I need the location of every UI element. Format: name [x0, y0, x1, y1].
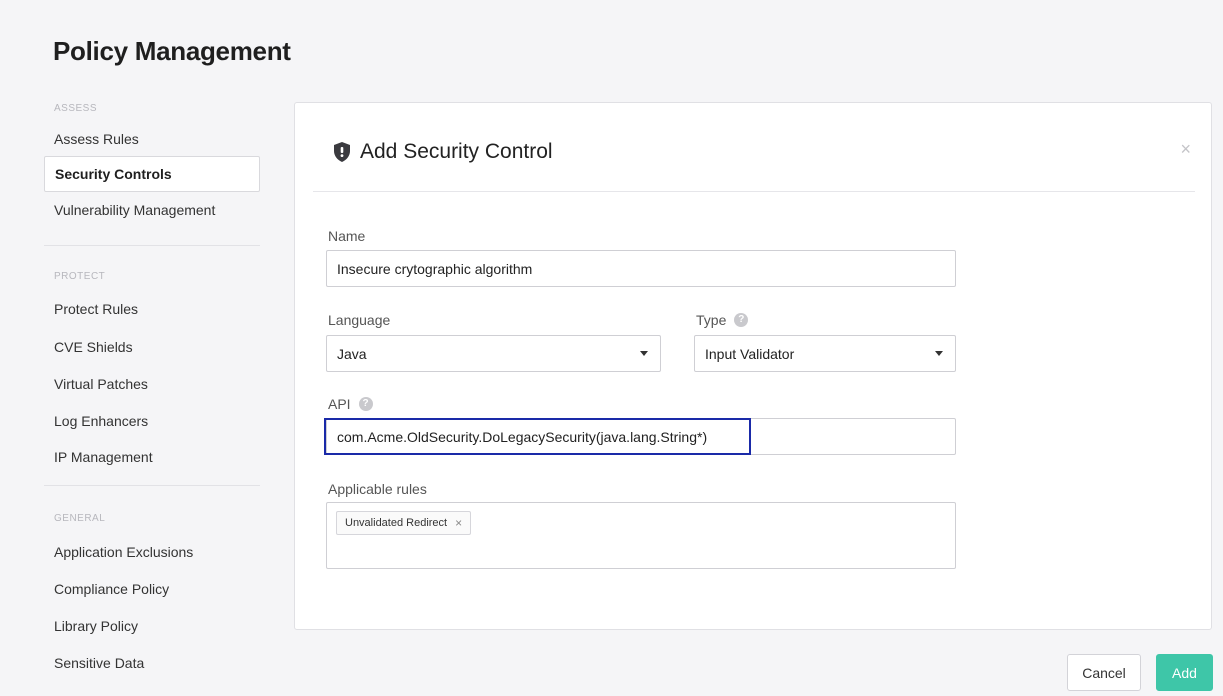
sidebar-item-application-exclusions[interactable]: Application Exclusions — [44, 536, 260, 573]
add-security-control-dialog: Add Security Control × Name Insecure cry… — [294, 102, 1212, 630]
sidebar-item-assess-rules[interactable]: Assess Rules — [44, 126, 260, 156]
sidebar-item-vulnerability-management[interactable]: Vulnerability Management — [44, 192, 260, 228]
sidebar-item-library-policy[interactable]: Library Policy — [44, 610, 260, 647]
sidebar: ASSESS Assess Rules Security Controls Vu… — [44, 100, 260, 684]
dialog-title: Add Security Control — [333, 140, 553, 164]
api-label: API ? — [328, 396, 373, 412]
sidebar-item-compliance-policy[interactable]: Compliance Policy — [44, 573, 260, 610]
remove-tag-icon[interactable]: × — [455, 516, 462, 530]
sidebar-item-sensitive-data[interactable]: Sensitive Data — [44, 647, 260, 684]
cancel-button[interactable]: Cancel — [1067, 654, 1141, 691]
type-select-value: Input Validator — [705, 345, 795, 362]
language-select-value: Java — [337, 345, 367, 362]
sidebar-divider — [44, 245, 260, 246]
close-icon[interactable]: × — [1180, 139, 1191, 160]
sidebar-item-log-enhancers[interactable]: Log Enhancers — [44, 406, 260, 442]
name-label: Name — [328, 228, 366, 244]
applicable-rules-label: Applicable rules — [328, 481, 427, 497]
language-select[interactable]: Java — [326, 335, 661, 372]
caret-down-icon — [640, 351, 648, 356]
rule-tag: Unvalidated Redirect × — [336, 511, 472, 535]
api-input-value: com.Acme.OldSecurity.DoLegacySecurity(ja… — [337, 428, 708, 445]
applicable-rules-input[interactable]: Unvalidated Redirect × — [326, 502, 956, 569]
api-label-text: API — [328, 396, 351, 412]
type-label-text: Type — [696, 312, 727, 328]
shield-icon — [334, 142, 350, 162]
type-label: Type ? — [696, 312, 749, 328]
name-input[interactable]: Insecure crytographic algorithm — [326, 250, 956, 287]
sidebar-section-label-assess: ASSESS — [54, 103, 98, 114]
sidebar-item-ip-management[interactable]: IP Management — [44, 442, 260, 478]
rule-tag-label: Unvalidated Redirect — [345, 517, 448, 529]
help-icon[interactable]: ? — [358, 397, 373, 411]
sidebar-divider — [44, 485, 260, 486]
sidebar-item-cve-shields[interactable]: CVE Shields — [44, 332, 260, 369]
add-button[interactable]: Add — [1156, 654, 1213, 691]
language-label: Language — [328, 312, 391, 328]
sidebar-item-protect-rules[interactable]: Protect Rules — [44, 294, 260, 332]
sidebar-item-virtual-patches[interactable]: Virtual Patches — [44, 369, 260, 406]
dialog-title-text: Add Security Control — [360, 140, 553, 163]
sidebar-section-label-protect: PROTECT — [54, 271, 106, 282]
type-select[interactable]: Input Validator — [694, 335, 956, 372]
page-title: Policy Management — [53, 36, 291, 66]
dialog-header: Add Security Control × — [313, 103, 1195, 192]
sidebar-section-label-general: GENERAL — [54, 513, 106, 524]
help-icon[interactable]: ? — [734, 313, 749, 327]
caret-down-icon — [935, 351, 943, 356]
api-input[interactable]: com.Acme.OldSecurity.DoLegacySecurity(ja… — [324, 418, 956, 455]
sidebar-item-security-controls[interactable]: Security Controls — [44, 156, 260, 192]
